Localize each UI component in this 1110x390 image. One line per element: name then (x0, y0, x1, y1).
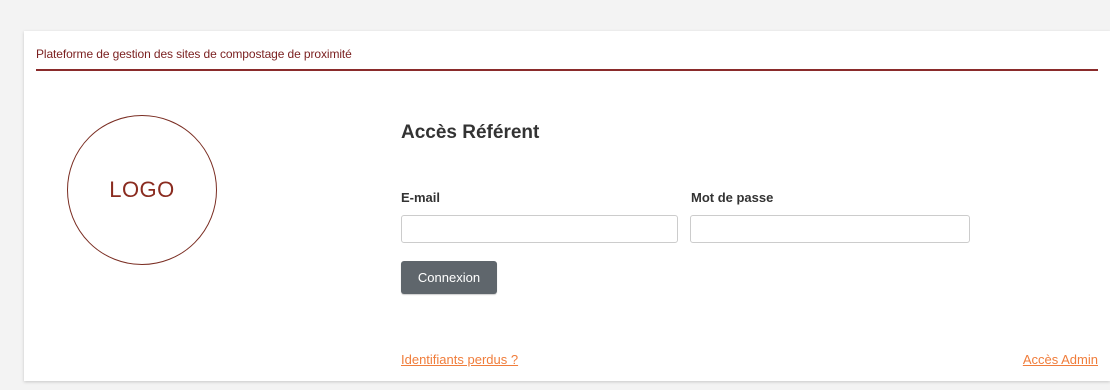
email-label: E-mail (401, 190, 441, 205)
password-field[interactable] (690, 215, 970, 243)
header-divider (36, 69, 1098, 71)
logo-text: LOGO (109, 177, 175, 202)
password-label: Mot de passe (691, 190, 774, 205)
admin-access-link[interactable]: Accès Admin (1023, 352, 1098, 367)
login-button[interactable]: Connexion (401, 261, 497, 294)
lost-credentials-link[interactable]: Identifiants perdus ? (401, 352, 518, 367)
page-header-title: Plateforme de gestion des sites de compo… (36, 47, 352, 61)
logo: LOGO (67, 115, 217, 265)
email-field[interactable] (401, 215, 678, 243)
login-form-title: Accès Référent (401, 122, 540, 143)
login-card: Plateforme de gestion des sites de compo… (24, 31, 1110, 381)
